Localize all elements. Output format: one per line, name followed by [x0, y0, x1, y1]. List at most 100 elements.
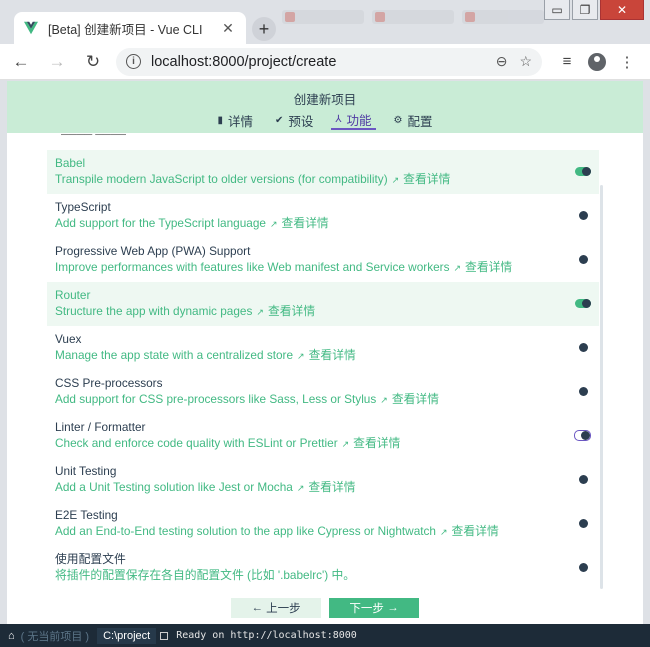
playlist-icon[interactable]: ≡	[552, 47, 582, 77]
reload-icon[interactable]: ↻	[78, 47, 108, 77]
feature-name: Progressive Web App (PWA) Support	[55, 244, 251, 258]
feature-toggle[interactable]	[575, 563, 591, 572]
zoom-icon[interactable]: ⊖	[496, 53, 508, 70]
more-details-link[interactable]: 查看详情	[403, 172, 450, 186]
arrow-right-icon: →	[387, 602, 399, 614]
feature-item-config-files[interactable]: 使用配置文件 将插件的配置保存在各自的配置文件 (比如 '.babelrc') …	[47, 546, 599, 590]
check-circle-icon: ✔	[275, 115, 284, 126]
server-status: Ready on http://localhost:8000	[176, 630, 357, 641]
external-link-icon: ↗	[380, 395, 388, 405]
more-details-link[interactable]: 查看详情	[308, 480, 355, 494]
feature-toggle[interactable]	[574, 430, 591, 441]
minimize-button[interactable]: ▭	[544, 0, 570, 20]
home-icon[interactable]: ⌂	[8, 630, 15, 642]
tab-presets[interactable]: ✔ 预设	[271, 111, 317, 130]
feature-name: Linter / Formatter	[55, 420, 146, 434]
step-tabs: ▮ 详情 ✔ 预设 ⅄ 功能 ⚙ 配置	[7, 111, 643, 130]
feature-toggle[interactable]	[575, 255, 591, 264]
feature-item-unit-testing[interactable]: Unit Testing Add a Unit Testing solution…	[47, 458, 599, 502]
background-tabs	[282, 10, 544, 30]
feature-toggle[interactable]	[575, 475, 591, 484]
browser-toolbar: ← → ↻ i localhost:8000/project/create ⊖ …	[0, 44, 650, 80]
browser-tab-active[interactable]: [Beta] 创建新项目 - Vue CLI ✕	[14, 12, 246, 44]
window-controls: ▭ ❐ ✕	[542, 0, 644, 20]
feature-item-router[interactable]: Router Structure the app with dynamic pa…	[47, 282, 599, 326]
restore-button[interactable]: ❐	[572, 0, 598, 20]
feature-name: Router	[55, 288, 91, 302]
current-path[interactable]: C:\project	[97, 627, 157, 644]
url-text[interactable]: localhost:8000/project/create	[151, 54, 484, 70]
more-details-link[interactable]: 查看详情	[465, 260, 512, 274]
external-link-icon: ↗	[440, 527, 448, 537]
scrolled-heading-remnant: ──── ────	[61, 133, 127, 141]
next-label: 下一步	[349, 603, 384, 615]
feature-item-e2e-testing[interactable]: E2E Testing Add an End-to-End testing so…	[47, 502, 599, 546]
external-link-icon: ↗	[297, 351, 305, 361]
gear-icon: ⚙	[393, 115, 403, 126]
feature-toggle[interactable]	[575, 343, 591, 352]
feature-name: CSS Pre-processors	[55, 376, 163, 390]
scrollbar[interactable]	[600, 185, 603, 589]
close-window-button[interactable]: ✕	[600, 0, 644, 20]
browser-title-bar: [Beta] 创建新项目 - Vue CLI ✕ + ▭ ❐ ✕	[0, 0, 650, 44]
previous-label: 上一步	[266, 603, 301, 615]
external-link-icon: ↗	[453, 263, 462, 273]
feature-name: Unit Testing	[55, 464, 117, 478]
feature-item-babel[interactable]: Babel Transpile modern JavaScript to old…	[47, 150, 599, 194]
step-label: 功能	[346, 114, 372, 128]
background-tab[interactable]	[372, 10, 454, 24]
page-title: 创建新项目	[293, 93, 357, 107]
info-icon[interactable]: i	[126, 54, 141, 69]
feature-description: Check and enforce code quality with ESLi…	[55, 436, 401, 450]
step-label: 配置	[407, 115, 433, 129]
feature-item-css-preprocessors[interactable]: CSS Pre-processors Add support for CSS p…	[47, 370, 599, 414]
back-arrow-icon[interactable]: ←	[6, 47, 36, 77]
background-tab[interactable]	[462, 10, 544, 24]
more-details-link[interactable]: 查看详情	[452, 524, 499, 538]
feature-name: TypeScript	[55, 200, 111, 214]
star-icon[interactable]: ☆	[519, 53, 532, 70]
more-details-link[interactable]: 查看详情	[282, 216, 329, 230]
page-header: 创建新项目 ▮ 详情 ✔ 预设 ⅄ 功能 ⚙ 配置	[7, 81, 643, 133]
tab-config[interactable]: ⚙ 配置	[390, 111, 437, 130]
forward-arrow-icon[interactable]: →	[42, 47, 72, 77]
feature-item-linter[interactable]: Linter / Formatter Check and enforce cod…	[47, 414, 599, 458]
feature-toggle[interactable]	[575, 211, 591, 220]
external-link-icon: ↗	[269, 219, 278, 229]
feature-toggle[interactable]	[575, 299, 591, 308]
previous-button[interactable]: ← 上一步	[231, 598, 321, 618]
menu-icon[interactable]: ⋮	[612, 47, 642, 77]
feature-description: Add support for CSS pre-processors like …	[55, 392, 440, 406]
external-link-icon: ↗	[391, 175, 400, 185]
features-icon: ⅄	[335, 114, 342, 125]
feature-description: Add a Unit Testing solution like Jest or…	[55, 480, 356, 494]
step-label: 详情	[227, 115, 253, 129]
more-details-link[interactable]: 查看详情	[353, 436, 400, 450]
background-tab[interactable]	[282, 10, 364, 24]
tab-features[interactable]: ⅄ 功能	[331, 111, 376, 130]
features-list[interactable]: ──── ──── Babel Transpile modern JavaScr…	[7, 133, 643, 597]
more-details-link[interactable]: 查看详情	[268, 304, 315, 318]
feature-item-pwa[interactable]: Progressive Web App (PWA) Support Improv…	[47, 238, 599, 282]
feature-description: Structure the app with dynamic pages ↗ 查看详…	[55, 304, 316, 318]
external-link-icon: ↗	[341, 439, 350, 449]
tab-close-icon[interactable]: ✕	[220, 20, 236, 37]
next-button[interactable]: 下一步 →	[329, 598, 419, 618]
more-details-link[interactable]: 查看详情	[309, 348, 356, 362]
feature-toggle[interactable]	[575, 387, 591, 396]
account-icon[interactable]	[582, 47, 612, 77]
current-project-label[interactable]: ( 无当前项目 )	[21, 628, 89, 644]
address-bar[interactable]: i localhost:8000/project/create ⊖ ☆	[116, 47, 542, 76]
new-tab-button[interactable]: +	[252, 17, 276, 41]
feature-name: 使用配置文件	[55, 552, 126, 566]
step-label: 预设	[288, 115, 314, 129]
feature-item-typescript[interactable]: TypeScript Add support for the TypeScrip…	[47, 194, 599, 238]
tab-details[interactable]: ▮ 详情	[213, 111, 257, 130]
more-details-link[interactable]: 查看详情	[392, 392, 439, 406]
feature-toggle[interactable]	[575, 519, 591, 528]
vue-ui-status-bar: ⌂ ( 无当前项目 ) C:\project Ready on http://l…	[0, 624, 650, 647]
arrow-left-icon: ←	[251, 602, 263, 614]
feature-toggle[interactable]	[575, 167, 591, 176]
console-icon[interactable]	[160, 631, 169, 640]
feature-item-vuex[interactable]: Vuex Manage the app state with a central…	[47, 326, 599, 370]
